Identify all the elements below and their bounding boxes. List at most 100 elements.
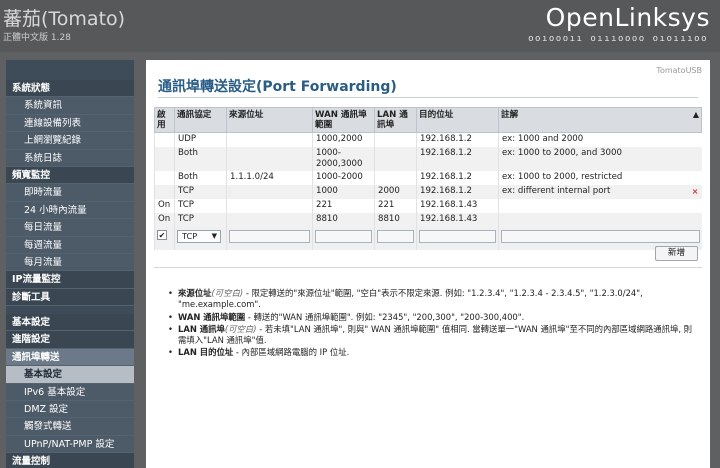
col-header-notes[interactable]: 註解 ▲: [498, 107, 702, 133]
main-panel: TomatoUSB 通訊埠轉送設定(Port Forwarding) 啟 用 通…: [146, 60, 710, 468]
sidebar-item[interactable]: DMZ 設定: [6, 401, 134, 419]
table-row[interactable]: On TCP 221 221 192.168.1.43: [154, 198, 702, 213]
sidebar-item[interactable]: 系統日誌: [6, 149, 134, 167]
enabled-value: On: [158, 199, 171, 210]
sidebar-item[interactable]: IPv6 基本設定: [6, 383, 134, 402]
sidebar-item[interactable]: 系統狀態: [6, 80, 134, 98]
dest-value: 192.168.1.43: [420, 213, 478, 224]
table-row[interactable]: Both 1.1.1.0/24 1000-2000 192.168.1.2 ex: 10…: [154, 170, 702, 185]
enabled-cell: [154, 132, 175, 147]
dest-cell: 192.168.1.2: [416, 170, 499, 185]
help-note-text: - 內部區域網路電腦的 IP 位址.: [233, 347, 350, 358]
sidebar-item[interactable]: 連線設備列表: [6, 114, 134, 133]
sidebar-item[interactable]: 即時流量: [6, 184, 134, 202]
lan-port-cell: 2000: [374, 184, 417, 199]
lan-port-cell: [374, 146, 417, 171]
lan-port-input[interactable]: [377, 229, 414, 243]
sidebar-item[interactable]: 頻寬監控: [6, 166, 134, 185]
note-cell: ex: 1000 to 2000, and 3000: [498, 146, 702, 171]
wan-port-input[interactable]: [315, 229, 372, 243]
lan-port-value: 8810: [378, 213, 400, 224]
note-cell: ex: 1000 and 2000: [498, 132, 702, 147]
note-cell: [498, 212, 702, 227]
sidebar-list: 系統狀態 系統資訊 連線設備列表 上網瀏覽紀錄 系統日誌 頻寬監控 即時流量 24 小時內流量…: [6, 80, 134, 468]
help-note-optional: (可空白): [224, 323, 257, 334]
help-note-text: - 限定轉送的"來源位址"範圍, "空白"表示不限定來源. 例如: "1.2.3…: [178, 288, 643, 310]
delete-icon[interactable]: ×: [692, 186, 699, 197]
source-cell: [226, 132, 313, 147]
wan-port-value: 1000-2000: [316, 171, 363, 182]
sidebar-item[interactable]: 通訊埠轉送: [6, 348, 134, 367]
note-input[interactable]: [501, 229, 700, 243]
col-header-wan-port[interactable]: WAN 通訊埠 範圍: [312, 107, 375, 133]
protocol-cell: TCP: [174, 212, 227, 227]
note-value: ex: 1000 to 2000, restricted: [502, 171, 623, 182]
sidebar-item[interactable]: 24 小時內流量: [6, 201, 134, 220]
dest-cell: 192.168.1.2: [416, 146, 499, 171]
dest-value: 192.168.1.2: [420, 134, 472, 144]
col-header-source[interactable]: 來源位址: [226, 107, 313, 133]
sidebar-item[interactable]: 每月流量: [6, 253, 134, 272]
protocol-select[interactable]: TCP ▼: [177, 229, 221, 243]
sidebar-item[interactable]: UPnP/NAT-PMP 設定: [6, 435, 134, 454]
help-note: LAN 通訊埠(可空白) - 若未填"LAN 通訊埠", 則與" WAN 通訊埠…: [168, 324, 700, 347]
note-cell: ex: 1000 to 2000, restricted: [498, 170, 702, 185]
help-note: WAN 通訊埠範圍 - 轉送的"WAN 通訊埠範圍". 例如: "2345", …: [168, 312, 700, 324]
protocol-cell: TCP: [174, 198, 227, 213]
table-body: UDP 1000,2000 192.168.1.2 ex: 1000 and 2000…: [154, 132, 702, 227]
table-row[interactable]: Both 1000- 2000,3000 192.168.1.2 ex: 1000 t…: [154, 146, 702, 171]
col-header-lan-port[interactable]: LAN 通 訊埠: [374, 107, 417, 133]
wan-port-cell: 1000: [312, 184, 375, 199]
wan-port-value: 1000- 2000,3000: [316, 147, 363, 169]
edit-dest-cell: [416, 226, 499, 250]
sidebar-item[interactable]: 每週流量: [6, 236, 134, 254]
sidebar-item[interactable]: 診斷工具: [6, 288, 134, 307]
table-row[interactable]: UDP 1000,2000 192.168.1.2 ex: 1000 and 2000: [154, 132, 702, 147]
table-row[interactable]: On TCP 8810 8810 192.168.1.43: [154, 212, 702, 227]
section-divider: [154, 267, 702, 268]
sidebar-item[interactable]: IP流量監控: [6, 271, 134, 289]
sidebar-item[interactable]: 上網瀏覽紀錄: [6, 132, 134, 150]
table-row[interactable]: TCP 1000 2000 192.168.1.2 ex: different inte…: [154, 184, 702, 199]
enabled-cell: On: [154, 198, 175, 213]
wan-port-value: 8810: [316, 213, 338, 224]
chevron-down-icon: ▼: [211, 231, 217, 240]
col-header-protocol[interactable]: 通訊協定: [174, 107, 227, 133]
sidebar-item[interactable]: 觸發式轉送: [6, 418, 134, 436]
edit-wan-cell: [312, 226, 375, 250]
wan-port-cell: 221: [312, 198, 375, 213]
add-button[interactable]: 新增: [655, 246, 698, 261]
wan-port-value: 221: [316, 199, 333, 210]
lan-port-cell: [374, 170, 417, 185]
dest-address-input[interactable]: [419, 229, 496, 243]
brand-title: 蕃茄(Tomato): [3, 8, 126, 30]
sort-ascending-icon[interactable]: ▲: [693, 110, 699, 120]
enable-checkbox[interactable]: ✔: [157, 229, 167, 240]
sidebar-nav: 系統狀態 系統資訊 連線設備列表 上網瀏覽紀錄 系統日誌 頻寬監控 即時流量 24 小時內流量…: [6, 60, 134, 468]
source-value: 1.1.1.0/24: [230, 171, 274, 182]
protocol-value: TCP: [178, 213, 194, 224]
sidebar-item[interactable]: 基本設定: [6, 314, 134, 332]
edit-lan-cell: [374, 226, 417, 250]
wan-port-cell: 1000-2000: [312, 170, 375, 185]
table-edit-row: ✔ TCP ▼: [154, 226, 702, 250]
col-header-dest[interactable]: 目的位址: [416, 107, 499, 133]
sidebar-item[interactable]: 進階設定: [6, 331, 134, 349]
sidebar-item[interactable]: 系統資訊: [6, 97, 134, 115]
help-notes: 來源位址 (可空白) - 限定轉送的"來源位址"範圍, "空白"表示不限定來源. …: [168, 288, 700, 360]
sidebar-item[interactable]: 基本設定: [6, 366, 134, 384]
openlinksys-logo: OpenLinksys: [545, 3, 710, 32]
col-header-enabled[interactable]: 啟 用: [154, 107, 175, 133]
sidebar-item[interactable]: 每日流量: [6, 219, 134, 237]
source-address-input[interactable]: [229, 229, 310, 243]
help-note-term: 來源位址: [178, 288, 212, 298]
dest-value: 192.168.1.2: [420, 147, 472, 158]
brand-version: 正體中文版 1.28: [3, 33, 71, 43]
source-cell: [226, 198, 313, 213]
wan-port-cell: 1000,2000: [312, 132, 375, 147]
sidebar-top-spacer: [6, 60, 134, 80]
tomato-usb-label: TomatoUSB: [656, 66, 702, 75]
sidebar-item[interactable]: 流量控制: [6, 453, 134, 468]
help-note: LAN 目的位址 - 內部區域網路電腦的 IP 位址.: [168, 347, 700, 359]
wan-port-value: 1000,2000: [316, 134, 363, 144]
